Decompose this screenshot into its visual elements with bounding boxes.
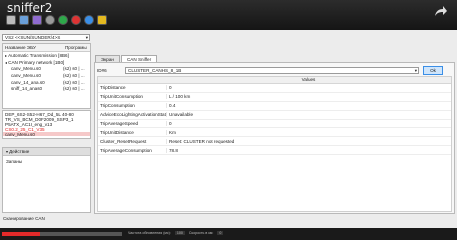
tree-item-label: Automatic Transmission [8B6] bbox=[8, 52, 69, 58]
actions-label: Запаны bbox=[6, 159, 23, 164]
id-label: ID#6 bbox=[97, 68, 107, 73]
sniffer-panel: ID#6 CLUSTER_CANHS_8_1B ▾ Ok Values Trip… bbox=[94, 62, 455, 214]
tree-item-label: CAN Primary network [1B0] bbox=[8, 59, 65, 65]
ecu-select[interactable]: VS2 <<SUN/SUNDER/4>S ▾ bbox=[2, 34, 90, 41]
param-name: Cluster_ResetRequest bbox=[100, 138, 147, 144]
tree-item-label: canv_14_ana.s0 bbox=[11, 79, 45, 85]
table-row[interactable]: TripUnitDistance Km bbox=[98, 128, 451, 138]
actions-title: Действие bbox=[9, 149, 30, 154]
grid-header-values: Values bbox=[301, 77, 316, 82]
connect-icon[interactable] bbox=[58, 15, 68, 25]
open-icon[interactable] bbox=[19, 15, 29, 25]
tree-col-programs: Програмы bbox=[65, 45, 87, 50]
table-row[interactable]: TripUnitConsumption L / 100 km bbox=[98, 93, 451, 102]
tree-item-value: (s2) s0 | ... bbox=[63, 72, 85, 78]
app-title: sniffer2 bbox=[7, 1, 53, 15]
speed-value[interactable]: 0 bbox=[217, 231, 224, 235]
progress-track bbox=[2, 232, 122, 236]
tree-item-value: (s2) s0 | ... bbox=[63, 66, 85, 72]
ok-button[interactable]: Ok bbox=[423, 66, 443, 75]
chevron-down-icon: ▾ bbox=[414, 67, 417, 73]
save-icon[interactable] bbox=[32, 15, 42, 25]
help-icon[interactable] bbox=[97, 15, 107, 25]
tree-item-label: canv_Menu.s0 bbox=[11, 72, 41, 78]
param-value: Reset: CLUSTER not requested bbox=[166, 138, 451, 144]
share-icon[interactable] bbox=[434, 5, 448, 17]
frame-select[interactable]: CLUSTER_CANHS_8_1B ▾ bbox=[125, 67, 419, 74]
ok-button-label: Ok bbox=[430, 68, 436, 73]
tree-item-label: sniff_14_anas0 bbox=[11, 86, 43, 92]
footer-bar: Частота обновления (мс): 100 Скорость в … bbox=[0, 228, 457, 240]
param-value: L / 100 km bbox=[166, 94, 451, 100]
table-row[interactable]: TripConsumption 0.4 bbox=[98, 102, 451, 111]
tree-item-label: canv_Menu.s0 bbox=[11, 66, 41, 72]
refresh-rate-label: Частота обновления (мс): bbox=[128, 231, 171, 235]
frame-select-value: CLUSTER_CANHS_8_1B bbox=[128, 68, 182, 73]
table-row[interactable]: TripAverageConsumption 78.8 bbox=[98, 146, 451, 156]
app-title-bar: sniffer2 bbox=[0, 0, 457, 30]
table-row[interactable]: AdviceEcoLightingActivationStat Unavaila… bbox=[98, 111, 451, 120]
tree-item-value: (s2) s0 | ... bbox=[63, 86, 85, 92]
refresh-icon[interactable] bbox=[84, 15, 94, 25]
main-window: VS2 <<SUN/SUNDER/4>S ▾ Название ЭБУ Прог… bbox=[0, 30, 457, 228]
table-row[interactable]: TripAverageSpeed 0 bbox=[98, 120, 451, 129]
param-value: 0 bbox=[166, 121, 451, 126]
toolbar bbox=[6, 15, 107, 25]
status-text: Сканирование CAN bbox=[3, 216, 45, 221]
progress-fill bbox=[2, 232, 41, 236]
tree-item[interactable]: ▸ Automatic Transmission [8B6] bbox=[3, 52, 90, 59]
tree-item-value: (s2) s0 | ... bbox=[63, 79, 85, 85]
refresh-rate-value[interactable]: 100 bbox=[174, 231, 185, 235]
tree-item[interactable]: canv_Menu.s0 (s2) s0 | ... bbox=[3, 65, 90, 72]
actions-panel: ▾ Действие Запаны bbox=[2, 147, 91, 213]
param-value: 78.8 bbox=[166, 147, 451, 153]
settings-icon[interactable] bbox=[45, 15, 55, 25]
tree-item[interactable]: ◂ CAN Primary network [1B0] bbox=[3, 59, 90, 66]
tree-col-name: Название ЭБУ bbox=[5, 45, 36, 50]
speed-label: Скорость в км: bbox=[188, 231, 214, 235]
tree-item[interactable]: sniff_14_anas0 (s2) s0 | ... bbox=[3, 85, 90, 92]
param-value: 0.4 bbox=[166, 103, 451, 109]
ecu-info-panel: DEP_6S2-S52-H67_Dd_5L 40-80 TR_VS_BCM_D0… bbox=[2, 110, 91, 139]
param-name: AdviceEcoLightingActivationStat bbox=[100, 112, 166, 118]
new-icon[interactable] bbox=[6, 15, 16, 25]
ecu-tree-panel: Название ЭБУ Програмы ▸ Automatic Transm… bbox=[2, 43, 91, 109]
param-name: TripDistance bbox=[100, 85, 126, 91]
param-name: TripUnitDistance bbox=[100, 129, 134, 135]
param-name: TripUnitConsumption bbox=[100, 94, 143, 100]
param-name: TripConsumption bbox=[100, 103, 135, 109]
param-value: Unavailable bbox=[166, 112, 451, 118]
table-row[interactable]: Cluster_ResetRequest Reset: CLUSTER not … bbox=[98, 137, 451, 147]
chevron-down-icon: ▾ bbox=[85, 34, 88, 40]
record-icon[interactable] bbox=[71, 15, 81, 25]
ecu-select-value: VS2 <<SUN/SUNDER/4>S bbox=[5, 35, 61, 40]
param-value: 0 bbox=[166, 85, 451, 91]
tree-item[interactable]: canv_Menu.s0 (s2) s0 | ... bbox=[3, 72, 90, 79]
param-name: TripAverageConsumption bbox=[100, 147, 152, 153]
table-row[interactable]: TripDistance 0 bbox=[98, 84, 451, 93]
values-grid: Values TripDistance 0 TripUnitConsumptio… bbox=[97, 76, 452, 212]
actions-header: ▾ Действие bbox=[3, 148, 90, 156]
tree-item[interactable]: canv_14_ana.s0 (s2) s0 | ... bbox=[3, 79, 90, 86]
param-value: Km bbox=[166, 129, 451, 135]
param-name: TripAverageSpeed bbox=[100, 121, 139, 126]
info-line-selected[interactable]: canv_Menu.s0 bbox=[3, 132, 90, 137]
